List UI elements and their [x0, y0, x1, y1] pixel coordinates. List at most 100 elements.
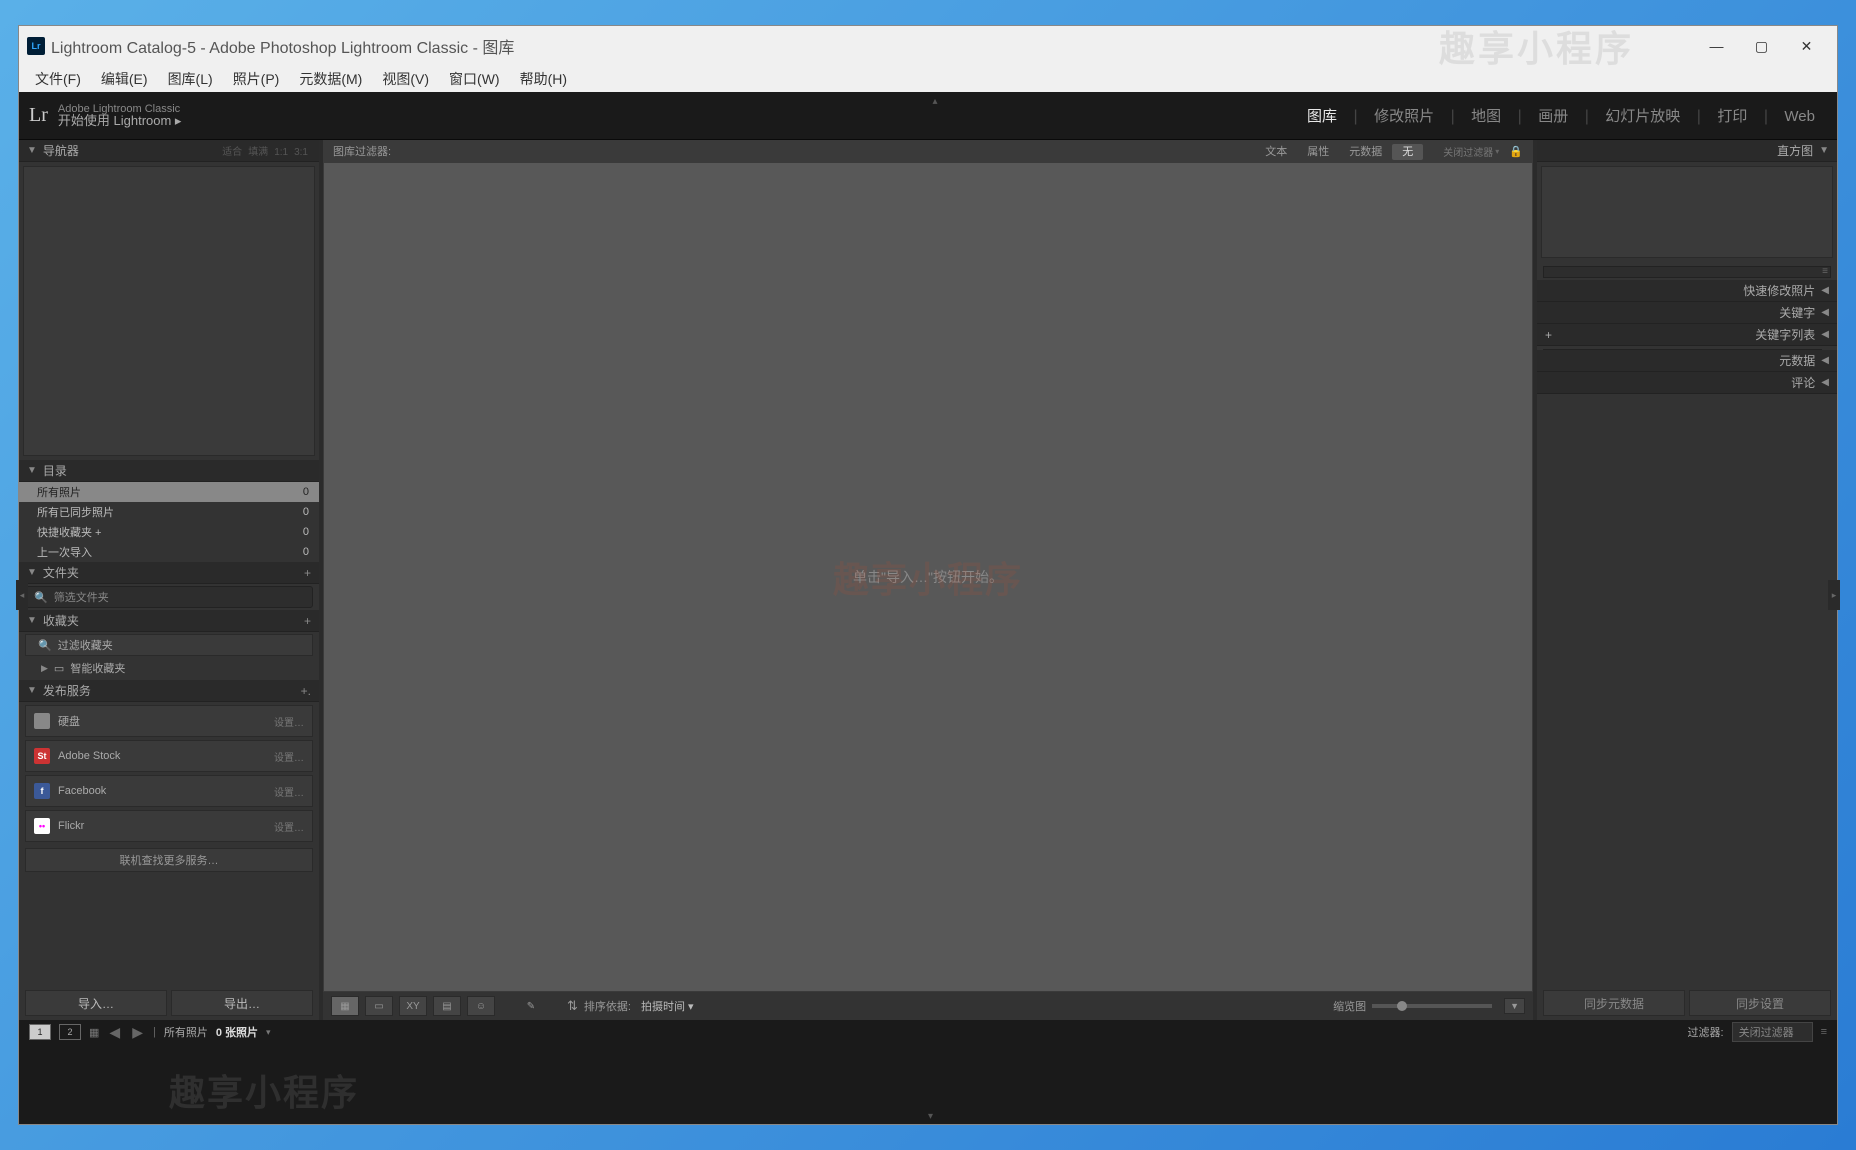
grid-view-button[interactable]: ▦ — [331, 996, 359, 1016]
separator: | — [1513, 108, 1526, 125]
zoom-level-button[interactable]: 适合 — [222, 147, 242, 158]
minimize-button[interactable]: — — [1694, 31, 1739, 61]
maximize-button[interactable]: ▢ — [1739, 31, 1784, 61]
catalog-item[interactable]: 快捷收藏夹 +0 — [19, 522, 319, 542]
module-tab[interactable]: 图库 — [1295, 108, 1349, 125]
comments-header[interactable]: 评论 ◀ — [1537, 372, 1837, 394]
module-tab[interactable]: Web — [1772, 108, 1827, 125]
close-button[interactable]: ✕ — [1784, 31, 1829, 61]
filmstrip-source-path[interactable]: 所有照片 — [164, 1024, 208, 1040]
navigator-header[interactable]: ▼ 导航器 适合填满1:13:1 — [19, 140, 319, 162]
find-more-services-button[interactable]: 联机查找更多服务… — [25, 848, 313, 872]
loupe-view-button[interactable]: ▭ — [365, 996, 393, 1016]
sort-dropdown[interactable]: 拍摄时间 ▾ — [641, 998, 694, 1014]
publish-service-item[interactable]: fFacebook设置… — [25, 775, 313, 807]
add-publish-button[interactable]: +. — [301, 684, 311, 698]
setup-link[interactable]: 设置… — [274, 819, 304, 834]
module-tab[interactable]: 打印 — [1705, 108, 1759, 125]
catalog-item[interactable]: 上一次导入0 — [19, 542, 319, 562]
filter-options-icon[interactable]: ≡ — [1821, 1026, 1827, 1038]
filmstrip-filter-dropdown[interactable]: 关闭过滤器 — [1732, 1022, 1813, 1042]
histogram-display[interactable] — [1541, 166, 1833, 258]
add-folder-button[interactable]: + — [304, 566, 311, 580]
folder-filter-input[interactable]: 🔍 筛选文件夹 — [25, 586, 313, 608]
menu-item[interactable]: 元数据(M) — [289, 67, 372, 91]
publish-service-item[interactable]: StAdobe Stock设置… — [25, 740, 313, 772]
smart-collections-item[interactable]: ▶ ▭ 智能收藏夹 — [19, 656, 319, 680]
sync-metadata-button[interactable]: 同步元数据 — [1543, 990, 1685, 1016]
filmstrip-photo-count: 0 张照片 — [216, 1024, 258, 1040]
filter-tab[interactable]: 无 — [1392, 144, 1423, 160]
catalog-item[interactable]: 所有照片0 — [19, 482, 319, 502]
module-tab[interactable]: 修改照片 — [1362, 108, 1446, 125]
publish-header[interactable]: ▼ 发布服务 +. — [19, 680, 319, 702]
histogram-header[interactable]: 直方图 ▼ — [1537, 140, 1837, 162]
secondary-monitor-button[interactable]: 2 — [59, 1024, 81, 1040]
setup-link[interactable]: 设置… — [274, 784, 304, 799]
sort-label: 排序依据: — [584, 998, 631, 1014]
catalog-item[interactable]: 所有已同步照片0 — [19, 502, 319, 522]
publish-service-item[interactable]: ••Flickr设置… — [25, 810, 313, 842]
catalog-header[interactable]: ▼ 目录 — [19, 460, 319, 482]
filter-tab[interactable]: 属性 — [1297, 146, 1339, 158]
module-tab[interactable]: 地图 — [1459, 108, 1513, 125]
thumbnail-size-slider[interactable] — [1372, 1004, 1492, 1008]
navigator-preview[interactable] — [23, 166, 315, 456]
menu-item[interactable]: 编辑(E) — [91, 67, 158, 91]
filter-off-dropdown[interactable]: 关闭过滤器 — [1443, 144, 1493, 159]
collapse-bottom-icon[interactable]: ▾ — [928, 1111, 933, 1122]
menu-item[interactable]: 窗口(W) — [439, 67, 510, 91]
folders-header[interactable]: ▼ 文件夹 + — [19, 562, 319, 584]
sort-direction-button[interactable]: ⇅ — [567, 998, 578, 1014]
filmstrip-area[interactable]: 趣享小程序 ▾ — [19, 1044, 1837, 1124]
quick-develop-header[interactable]: 快速修改照片 ◀ — [1537, 280, 1837, 302]
setup-link[interactable]: 设置… — [274, 749, 304, 764]
metadata-preset-dropdown[interactable]: 默认值 — [1543, 349, 1822, 371]
grid-small-icon[interactable]: ▦ — [89, 1026, 99, 1039]
service-icon — [34, 713, 50, 729]
zoom-level-button[interactable]: 3:1 — [294, 147, 308, 158]
add-collection-button[interactable]: + — [304, 614, 311, 628]
menu-item[interactable]: 图库(L) — [158, 67, 223, 91]
import-button[interactable]: 导入… — [25, 990, 167, 1016]
compare-view-button[interactable]: XY — [399, 996, 427, 1016]
logo-text: Adobe Lightroom Classic 开始使用 Lightroom ▸ — [58, 103, 182, 128]
logo-main-link[interactable]: 开始使用 Lightroom ▸ — [58, 113, 182, 128]
collection-filter-input[interactable]: 🔍 过滤收藏夹 — [25, 634, 313, 656]
collapse-left-icon[interactable]: ◂ — [16, 580, 28, 610]
setup-link[interactable]: 设置… — [274, 714, 304, 729]
filter-tab[interactable]: 元数据 — [1339, 146, 1392, 158]
grid-view-area[interactable]: 趣享小程序 单击"导入…"按钮开始。 — [323, 162, 1533, 992]
publish-service-item[interactable]: 硬盘设置… — [25, 705, 313, 737]
painter-tool-button[interactable]: ✎ — [517, 996, 545, 1016]
collapse-right-icon[interactable]: ▸ — [1828, 580, 1840, 610]
chevron-down-icon[interactable]: ▾ — [266, 1027, 271, 1038]
collections-header[interactable]: ▼ 收藏夹 + — [19, 610, 319, 632]
keywords-label: 关键字 — [1779, 304, 1815, 321]
primary-monitor-button[interactable]: 1 — [29, 1024, 51, 1040]
nav-back-button[interactable]: ◀ — [107, 1024, 122, 1041]
survey-view-button[interactable]: ▤ — [433, 996, 461, 1016]
menu-item[interactable]: 文件(F) — [25, 67, 91, 91]
chevron-down-icon: ▼ — [27, 685, 37, 696]
keyword-list-header[interactable]: + 关键字列表 ◀ — [1537, 324, 1837, 346]
smart-collections-label: 智能收藏夹 — [70, 660, 125, 676]
keywords-header[interactable]: 关键字 ◀ — [1537, 302, 1837, 324]
zoom-level-button[interactable]: 填满 — [248, 147, 268, 158]
people-view-button[interactable]: ☺ — [467, 996, 495, 1016]
titlebar: Lr Lightroom Catalog-5 - Adobe Photoshop… — [19, 26, 1837, 66]
sync-settings-button[interactable]: 同步设置 — [1689, 990, 1831, 1016]
export-button[interactable]: 导出… — [171, 990, 313, 1016]
zoom-level-button[interactable]: 1:1 — [274, 147, 288, 158]
chevron-down-icon[interactable]: ▼ — [1504, 998, 1525, 1014]
menu-item[interactable]: 帮助(H) — [510, 67, 577, 91]
nav-forward-button[interactable]: ▶ — [130, 1024, 145, 1041]
module-tab[interactable]: 幻灯片放映 — [1593, 108, 1692, 125]
collapse-top-icon[interactable]: ▴ — [928, 94, 942, 108]
add-keyword-button[interactable]: + — [1545, 328, 1552, 342]
menu-item[interactable]: 视图(V) — [372, 67, 439, 91]
lock-icon[interactable]: 🔒 — [1509, 145, 1523, 158]
menu-item[interactable]: 照片(P) — [223, 67, 290, 91]
filter-tab[interactable]: 文本 — [1255, 146, 1297, 158]
module-tab[interactable]: 画册 — [1526, 108, 1580, 125]
